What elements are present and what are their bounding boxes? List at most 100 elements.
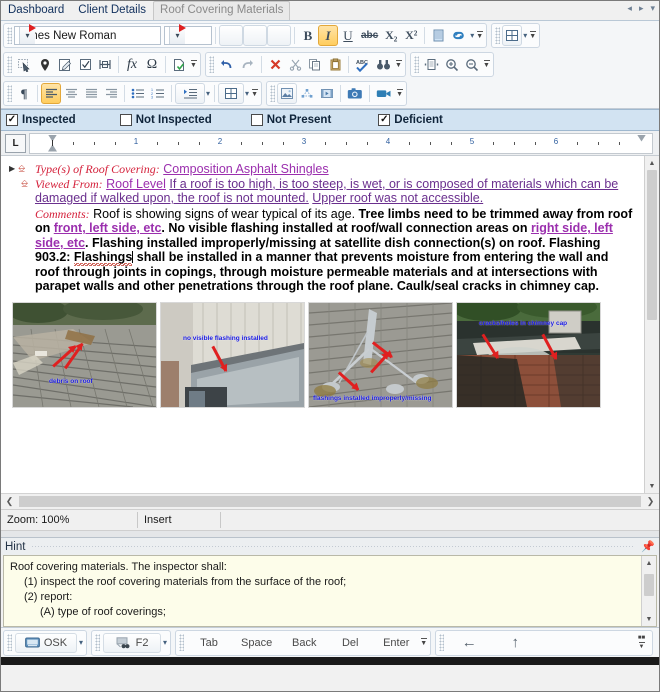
toolbar-grip[interactable] bbox=[495, 27, 501, 44]
insert-overflow-button[interactable]: ▼ bbox=[189, 54, 198, 75]
function-fx-icon[interactable]: fx bbox=[122, 54, 142, 75]
osk-button[interactable]: OSK bbox=[15, 632, 77, 653]
borders-dropdown-icon[interactable]: ▾ bbox=[245, 89, 249, 98]
status-checkbox-not-inspected[interactable]: Not Inspected bbox=[119, 114, 212, 126]
page-setup-icon[interactable] bbox=[421, 54, 442, 75]
pin-icon[interactable]: 📌 bbox=[641, 540, 655, 553]
tab-client-details[interactable]: Client Details bbox=[71, 2, 153, 20]
superscript-button[interactable]: X² bbox=[401, 25, 421, 46]
status-checkbox-not-present[interactable]: Not Present bbox=[250, 114, 331, 126]
chevron-down-icon[interactable]: ▾ bbox=[169, 24, 186, 44]
shapes-icon[interactable] bbox=[297, 83, 317, 104]
checkbox-icon[interactable] bbox=[250, 114, 263, 126]
comments-block[interactable]: Comments: Roof is showing signs of wear … bbox=[35, 207, 635, 294]
table-dropdown-icon[interactable]: ▾ bbox=[523, 31, 527, 40]
text-highlight-button[interactable] bbox=[243, 25, 267, 46]
snap-icon[interactable] bbox=[95, 54, 115, 75]
scroll-down-icon[interactable]: ▼ bbox=[645, 479, 659, 493]
edit-note-icon[interactable] bbox=[55, 54, 75, 75]
pilcrow-icon[interactable]: ¶ bbox=[14, 83, 34, 104]
toolbar-grip[interactable] bbox=[439, 634, 445, 651]
tab-prev-icon[interactable]: ◂ bbox=[627, 4, 632, 13]
underline-button[interactable]: U bbox=[338, 25, 358, 46]
media-overflow-button[interactable]: ▼ bbox=[395, 83, 404, 104]
align-right-icon[interactable] bbox=[101, 83, 121, 104]
toolbar-grip[interactable] bbox=[7, 85, 12, 102]
toolbar-grip[interactable] bbox=[7, 634, 12, 651]
highlight-icon[interactable] bbox=[428, 25, 448, 46]
tab-dashboard[interactable]: Dashboard bbox=[1, 2, 71, 20]
status-checkbox-inspected[interactable]: ✓ Inspected bbox=[6, 114, 76, 126]
italic-button[interactable]: I bbox=[318, 25, 338, 46]
scroll-thumb[interactable] bbox=[647, 170, 657, 320]
document-horizontal-scrollbar[interactable]: ❮ ❯ bbox=[1, 493, 659, 509]
binoculars-find-icon[interactable] bbox=[373, 54, 394, 75]
key-space[interactable]: Space bbox=[233, 633, 280, 653]
link-dropdown-icon[interactable]: ▾ bbox=[470, 31, 474, 40]
toolbar-grip[interactable] bbox=[179, 634, 185, 651]
checkbox-icon[interactable] bbox=[119, 114, 132, 126]
f2-dropdown-icon[interactable]: ▾ bbox=[163, 638, 167, 647]
paragraph-overflow-button[interactable]: ▼ bbox=[250, 83, 259, 104]
subscript-button[interactable]: X₂ bbox=[381, 25, 401, 46]
scroll-up-icon[interactable]: ▲ bbox=[645, 156, 659, 170]
page-check-icon[interactable] bbox=[169, 54, 189, 75]
strikethrough-button[interactable]: abc bbox=[358, 25, 381, 46]
zoom-in-icon[interactable] bbox=[442, 54, 462, 75]
bullet-list-icon[interactable] bbox=[128, 83, 148, 104]
key-enter[interactable]: Enter bbox=[374, 633, 418, 653]
table-borders-icon[interactable] bbox=[218, 83, 245, 104]
undo-icon[interactable] bbox=[216, 54, 237, 75]
scroll-left-icon[interactable]: ❮ bbox=[1, 495, 18, 508]
formatting-overflow-button[interactable]: ▼ bbox=[475, 25, 484, 46]
paste-icon[interactable] bbox=[325, 54, 345, 75]
toolbar-grip[interactable] bbox=[209, 56, 214, 73]
checkbox-icon[interactable] bbox=[75, 54, 95, 75]
key-arrow-up[interactable]: ↑ bbox=[493, 633, 537, 653]
checkbox-icon[interactable]: ✓ bbox=[6, 114, 18, 126]
horizontal-ruler[interactable]: 1 2 3 4 5 6 bbox=[29, 132, 653, 154]
hint-vertical-scrollbar[interactable]: ▲ ▼ bbox=[641, 556, 656, 626]
table-icon[interactable] bbox=[502, 25, 523, 46]
document-canvas[interactable]: ▶ ⎒ Type(s) of Roof Covering: Compositio… bbox=[1, 156, 645, 493]
field-extra-text-2[interactable]: Upper roof was not accessible. bbox=[312, 191, 483, 205]
delete-x-icon[interactable] bbox=[265, 54, 285, 75]
font-style-button[interactable] bbox=[267, 25, 291, 46]
key-back[interactable]: Back bbox=[282, 633, 326, 653]
document-vertical-scrollbar[interactable]: ▲ ▼ bbox=[644, 156, 659, 493]
numbered-list-icon[interactable]: 1 2 3 bbox=[148, 83, 168, 104]
field-value[interactable]: Composition Asphalt Shingles bbox=[163, 162, 328, 176]
increase-indent-icon[interactable] bbox=[175, 83, 205, 104]
photo-flashings-improper[interactable]: flashings installed improperly/missing bbox=[308, 301, 453, 408]
scroll-right-icon[interactable]: ❯ bbox=[642, 495, 659, 508]
status-insert-mode[interactable]: Insert bbox=[138, 510, 220, 530]
scroll-thumb-horizontal[interactable] bbox=[19, 496, 641, 507]
toolbar-grip[interactable] bbox=[7, 56, 12, 73]
status-zoom[interactable]: Zoom: 100% bbox=[1, 510, 137, 530]
font-color-button[interactable] bbox=[219, 25, 243, 46]
key-arrow-left[interactable]: ← bbox=[447, 633, 491, 653]
cut-scissors-icon[interactable] bbox=[285, 54, 305, 75]
insert-image-icon[interactable] bbox=[277, 83, 298, 104]
table-overflow-button[interactable]: ▼ bbox=[528, 25, 537, 46]
align-center-icon[interactable] bbox=[61, 83, 81, 104]
select-object-icon[interactable] bbox=[14, 54, 35, 75]
bold-button[interactable]: B bbox=[298, 25, 318, 46]
toolbar-grip[interactable] bbox=[270, 85, 276, 102]
key-tab[interactable]: Tab bbox=[187, 633, 231, 653]
photo-no-visible-flashing[interactable]: no visible flashing installed bbox=[160, 301, 305, 408]
scroll-up-icon[interactable]: ▲ bbox=[642, 556, 656, 570]
photo-chimney-cap-cracks[interactable]: cracks/holes in chimney cap bbox=[456, 301, 601, 408]
video-frame-icon[interactable] bbox=[317, 83, 337, 104]
hanging-indent-marker[interactable] bbox=[48, 144, 57, 152]
navigation-overflow-button[interactable]: ■■ ▼ bbox=[637, 632, 646, 653]
camera-icon[interactable] bbox=[344, 83, 366, 104]
comments-link-1[interactable]: front, left side, etc bbox=[54, 221, 162, 235]
font-family-combo[interactable]: Times New Roman ▾ bbox=[14, 24, 161, 45]
tab-menu-icon[interactable]: ▾ bbox=[650, 4, 655, 13]
chevron-down-icon[interactable]: ▾ bbox=[19, 24, 36, 44]
key-del[interactable]: Del bbox=[328, 633, 372, 653]
omega-symbol-icon[interactable]: Ω bbox=[142, 54, 162, 75]
align-justify-icon[interactable] bbox=[81, 83, 101, 104]
scroll-thumb[interactable] bbox=[644, 574, 654, 596]
